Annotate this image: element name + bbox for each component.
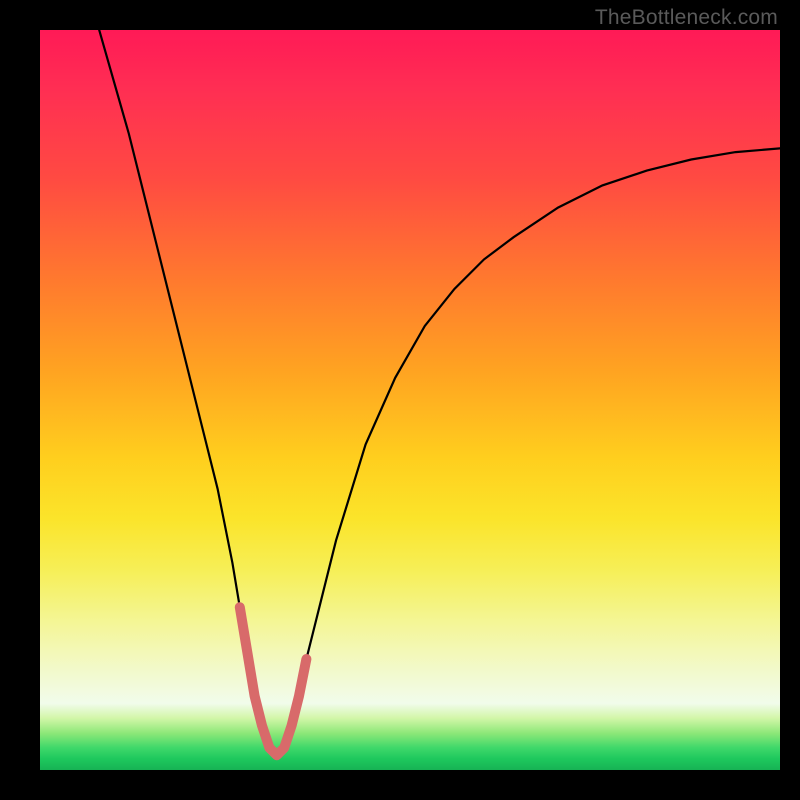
chart-stage: TheBottleneck.com [0, 0, 800, 800]
trough-highlight [240, 607, 307, 755]
watermark-text: TheBottleneck.com [595, 6, 778, 30]
bottleneck-curve [99, 30, 780, 755]
curve-layer [40, 30, 780, 770]
plot-area [40, 30, 780, 770]
